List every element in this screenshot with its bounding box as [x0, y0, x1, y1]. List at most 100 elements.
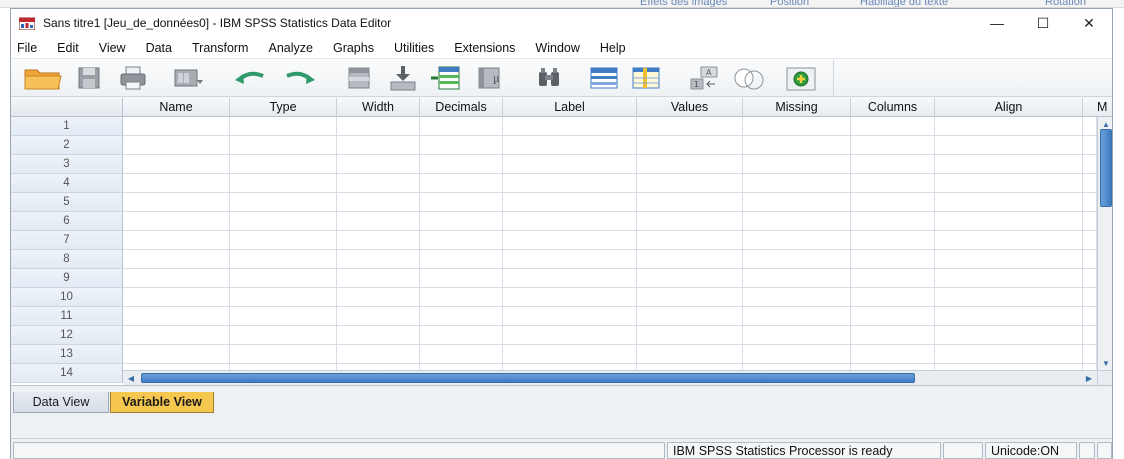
cell-width[interactable]: [337, 174, 420, 193]
cell-width[interactable]: [337, 231, 420, 250]
cell-values[interactable]: [637, 136, 743, 155]
cell-columns[interactable]: [851, 193, 935, 212]
cell-missing[interactable]: [743, 212, 851, 231]
cell-columns[interactable]: [851, 269, 935, 288]
cell-width[interactable]: [337, 212, 420, 231]
cell-measure[interactable]: [1083, 326, 1097, 345]
cell-values[interactable]: [637, 117, 743, 136]
cell-align[interactable]: [935, 269, 1083, 288]
cell-name[interactable]: [123, 212, 230, 231]
cell-align[interactable]: [935, 326, 1083, 345]
cell-columns[interactable]: [851, 155, 935, 174]
row-header[interactable]: 6: [11, 212, 123, 231]
close-button[interactable]: ✕: [1066, 9, 1112, 37]
cell-label[interactable]: [503, 136, 637, 155]
cell-values[interactable]: [637, 174, 743, 193]
scroll-right-icon[interactable]: ▶: [1081, 371, 1097, 385]
cell-measure[interactable]: [1083, 155, 1097, 174]
cell-name[interactable]: [123, 136, 230, 155]
cell-measure[interactable]: [1083, 288, 1097, 307]
cell-measure[interactable]: [1083, 212, 1097, 231]
tab-data-view[interactable]: Data View: [13, 392, 109, 413]
menu-window[interactable]: Window: [525, 41, 589, 55]
cell-name[interactable]: [123, 288, 230, 307]
row-header[interactable]: 2: [11, 136, 123, 155]
cell-columns[interactable]: [851, 250, 935, 269]
cell-decimals[interactable]: [420, 345, 503, 364]
cell-type[interactable]: [230, 269, 337, 288]
cell-decimals[interactable]: [420, 288, 503, 307]
cell-width[interactable]: [337, 193, 420, 212]
cell-missing[interactable]: [743, 193, 851, 212]
cell-columns[interactable]: [851, 288, 935, 307]
column-header-width[interactable]: Width: [337, 98, 420, 117]
cell-type[interactable]: [230, 231, 337, 250]
cell-decimals[interactable]: [420, 269, 503, 288]
scroll-left-icon[interactable]: ◀: [123, 371, 139, 385]
cell-label[interactable]: [503, 250, 637, 269]
cell-label[interactable]: [503, 345, 637, 364]
cell-name[interactable]: [123, 174, 230, 193]
cell-align[interactable]: [935, 345, 1083, 364]
open-folder-icon[interactable]: [23, 62, 63, 94]
cell-name[interactable]: [123, 345, 230, 364]
use-sets-icon[interactable]: [781, 62, 821, 94]
cell-width[interactable]: [337, 117, 420, 136]
menu-data[interactable]: Data: [136, 41, 182, 55]
run-descriptives-icon[interactable]: µ: [473, 62, 509, 94]
grid-corner[interactable]: [11, 98, 123, 117]
column-header-align[interactable]: Align: [935, 98, 1083, 117]
cell-values[interactable]: [637, 326, 743, 345]
cell-values[interactable]: [637, 307, 743, 326]
select-cases-icon[interactable]: [731, 62, 767, 94]
row-header[interactable]: 7: [11, 231, 123, 250]
menu-utilities[interactable]: Utilities: [384, 41, 444, 55]
cell-decimals[interactable]: [420, 250, 503, 269]
cell-missing[interactable]: [743, 307, 851, 326]
cell-measure[interactable]: [1083, 136, 1097, 155]
row-header[interactable]: 13: [11, 345, 123, 364]
cell-width[interactable]: [337, 269, 420, 288]
cell-columns[interactable]: [851, 326, 935, 345]
cell-type[interactable]: [230, 136, 337, 155]
cell-label[interactable]: [503, 288, 637, 307]
cell-measure[interactable]: [1083, 345, 1097, 364]
cell-name[interactable]: [123, 250, 230, 269]
cell-decimals[interactable]: [420, 307, 503, 326]
cell-missing[interactable]: [743, 288, 851, 307]
vertical-scroll-thumb[interactable]: [1100, 129, 1112, 207]
row-header[interactable]: 5: [11, 193, 123, 212]
maximize-button[interactable]: ☐: [1020, 9, 1066, 37]
cell-columns[interactable]: [851, 345, 935, 364]
cell-values[interactable]: [637, 155, 743, 174]
cell-measure[interactable]: [1083, 250, 1097, 269]
cell-type[interactable]: [230, 345, 337, 364]
cell-values[interactable]: [637, 231, 743, 250]
cell-decimals[interactable]: [420, 117, 503, 136]
cell-values[interactable]: [637, 345, 743, 364]
cell-measure[interactable]: [1083, 193, 1097, 212]
cell-label[interactable]: [503, 193, 637, 212]
cell-label[interactable]: [503, 155, 637, 174]
cell-values[interactable]: [637, 193, 743, 212]
cell-decimals[interactable]: [420, 136, 503, 155]
cell-align[interactable]: [935, 193, 1083, 212]
cell-width[interactable]: [337, 307, 420, 326]
column-header-type[interactable]: Type: [230, 98, 337, 117]
cell-missing[interactable]: [743, 231, 851, 250]
cell-measure[interactable]: [1083, 174, 1097, 193]
cell-missing[interactable]: [743, 174, 851, 193]
menu-help[interactable]: Help: [590, 41, 636, 55]
cell-type[interactable]: [230, 117, 337, 136]
tab-variable-view[interactable]: Variable View: [110, 392, 214, 413]
column-header-name[interactable]: Name: [123, 98, 230, 117]
cell-measure[interactable]: [1083, 269, 1097, 288]
cell-name[interactable]: [123, 269, 230, 288]
cell-label[interactable]: [503, 174, 637, 193]
cell-columns[interactable]: [851, 307, 935, 326]
menu-transform[interactable]: Transform: [182, 41, 259, 55]
column-header-missing[interactable]: Missing: [743, 98, 851, 117]
cell-align[interactable]: [935, 307, 1083, 326]
cell-name[interactable]: [123, 155, 230, 174]
cell-type[interactable]: [230, 250, 337, 269]
